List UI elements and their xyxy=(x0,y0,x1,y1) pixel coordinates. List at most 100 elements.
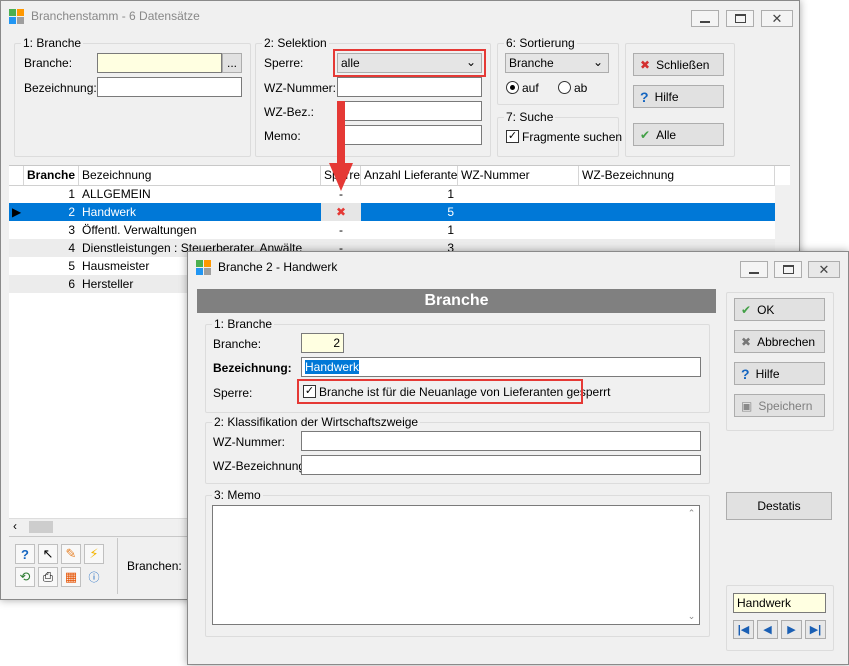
info-icon[interactable]: ⓘ xyxy=(84,567,104,587)
pencil-icon[interactable]: ✎ xyxy=(61,544,81,564)
sort-auf-radio[interactable] xyxy=(506,81,519,94)
branche-dialog-window: Branche 2 - Handwerk ✕ Branche 1: Branch… xyxy=(187,251,849,665)
next-record-icon[interactable]: ▶ xyxy=(781,620,802,639)
col-header-anzahl[interactable]: Anzahl Lieferanten xyxy=(361,166,458,185)
sortierung-select[interactable]: Branche ⌄ xyxy=(505,53,609,73)
destatis-button[interactable]: Destatis xyxy=(726,492,832,520)
minimize-icon xyxy=(749,271,759,274)
cell-branche: 1 xyxy=(68,187,75,201)
wz-bez-filter-label: WZ-Bez.: xyxy=(264,105,314,119)
fragmente-checkbox[interactable]: ✓ xyxy=(506,130,519,143)
dialog-titlebar: Branche 2 - Handwerk ✕ xyxy=(188,252,848,282)
close-icon: ✕ xyxy=(771,11,783,26)
minimize-icon xyxy=(700,20,710,23)
statusbar-divider xyxy=(117,538,118,594)
col-header-branche[interactable]: Branche xyxy=(24,166,79,185)
scroll-down-icon[interactable]: ⌄ xyxy=(684,611,699,622)
maximize-button[interactable] xyxy=(726,10,754,27)
grid-export-icon[interactable]: ▦ xyxy=(61,567,81,587)
main-window-title: Branchenstamm - 6 Datensätze xyxy=(31,9,200,23)
cell-bezeichnung: Handwerk xyxy=(82,205,137,219)
dialog-hilfe-button[interactable]: ? Hilfe xyxy=(734,362,825,385)
first-record-icon[interactable]: |◀ xyxy=(733,620,754,639)
speichern-button[interactable]: ▣ Speichern xyxy=(734,394,825,417)
maximize-icon xyxy=(734,14,746,23)
dialog-sperre-label: Sperre: xyxy=(213,386,253,400)
memo-legend: 3: Memo xyxy=(212,488,263,502)
close-icon: ✕ xyxy=(818,262,830,277)
memo-scrollbar[interactable]: ⌃ ⌄ xyxy=(684,506,699,624)
dialog-close-button[interactable]: ✕ xyxy=(808,261,840,278)
maximize-icon xyxy=(782,265,794,274)
sort-ab-label: ab xyxy=(574,81,588,95)
wz-nummer-filter-label: WZ-Nummer: xyxy=(264,81,336,95)
wz-nummer-filter-input[interactable] xyxy=(337,77,482,97)
fragmente-label: Fragmente suchen xyxy=(522,130,623,144)
app-icon xyxy=(9,9,25,25)
cell-branche: 5 xyxy=(68,259,75,273)
dialog-bezeichnung-input[interactable]: Handwerk xyxy=(301,357,701,377)
refresh-icon[interactable]: ⟲ xyxy=(15,567,35,587)
scroll-up-icon[interactable]: ⌃ xyxy=(684,508,699,519)
dialog-branche-input[interactable]: 2 xyxy=(301,333,344,353)
memo-filter-input[interactable] xyxy=(337,125,482,145)
table-row[interactable]: 1 ALLGEMEIN - 1 xyxy=(9,185,790,203)
branche-browse-button[interactable]: ... xyxy=(222,53,242,73)
main-titlebar: Branchenstamm - 6 Datensätze ✕ xyxy=(1,1,799,31)
selektion-group-legend: 2: Selektion xyxy=(262,36,329,50)
dialog-maximize-button[interactable] xyxy=(774,261,802,278)
close-window-button[interactable]: ✕ xyxy=(761,10,793,27)
annotation-arrow-icon xyxy=(329,101,353,191)
dialog-minimize-button[interactable] xyxy=(740,261,768,278)
alle-button[interactable]: ✔ Alle xyxy=(633,123,724,146)
table-row[interactable]: ▶ 2 Handwerk ✖ 5 xyxy=(9,203,790,221)
memo-filter-label: Memo: xyxy=(264,129,301,143)
ok-button[interactable]: ✔ OK xyxy=(734,298,825,321)
wz-bez-filter-input[interactable] xyxy=(337,101,482,121)
dialog-wz-bezeichnung-input[interactable] xyxy=(301,455,701,475)
cell-branche: 4 xyxy=(68,241,75,255)
cell-branche: 3 xyxy=(68,223,75,237)
sort-ab-radio[interactable] xyxy=(558,81,571,94)
scroll-left-arrow-icon[interactable]: ‹ xyxy=(13,519,17,533)
minimize-button[interactable] xyxy=(691,10,719,27)
bezeichnung-selected-text: Handwerk xyxy=(305,360,360,374)
memo-textarea[interactable]: ⌃ ⌄ xyxy=(212,505,700,625)
schliessen-label: Schließen xyxy=(656,57,710,72)
print-icon[interactable]: ⎙ xyxy=(38,567,58,587)
hilfe-button[interactable]: ? Hilfe xyxy=(633,85,724,108)
abbrechen-button[interactable]: ✖ Abbrechen xyxy=(734,330,825,353)
hilfe-label: Hilfe xyxy=(654,89,679,104)
cell-bezeichnung: ALLGEMEIN xyxy=(82,187,151,201)
branche-input[interactable] xyxy=(97,53,222,73)
prev-record-icon[interactable]: ◀ xyxy=(757,620,778,639)
scrollbar-thumb[interactable] xyxy=(29,521,53,533)
check-all-icon: ✔ xyxy=(640,127,651,142)
cell-sperre: ✖ xyxy=(321,203,361,221)
sperre-highlight-box xyxy=(333,49,486,77)
col-header-bezeichnung[interactable]: Bezeichnung xyxy=(79,166,321,185)
row-indicator-header xyxy=(9,166,24,185)
col-header-wz-bezeichnung[interactable]: WZ-Bezeichnung xyxy=(579,166,775,185)
bezeichnung-input[interactable] xyxy=(97,77,242,97)
row-pointer-icon: ▶ xyxy=(12,205,22,219)
col-header-wz-nummer[interactable]: WZ-Nummer xyxy=(458,166,579,185)
cell-bezeichnung: Öffentl. Verwaltungen xyxy=(82,223,197,237)
lightning-icon[interactable]: ⚡ xyxy=(84,544,104,564)
speichern-label: Speichern xyxy=(758,398,813,413)
grid-horizontal-scrollbar[interactable]: ‹ xyxy=(9,518,189,535)
schliessen-button[interactable]: ✖ Schließen xyxy=(633,53,724,76)
save-icon: ▣ xyxy=(741,398,753,413)
suche-group-legend: 7: Suche xyxy=(504,110,556,124)
cursor-icon[interactable]: ↖ xyxy=(38,544,58,564)
cell-branche: 6 xyxy=(68,277,75,291)
dialog-branche-label: Branche: xyxy=(213,337,262,351)
help-icon[interactable]: ? xyxy=(15,544,35,564)
dialog-section-header: Branche xyxy=(197,289,716,313)
table-row[interactable]: 3 Öffentl. Verwaltungen - 1 xyxy=(9,221,790,239)
sperre-checkbox-highlight-box xyxy=(297,379,583,404)
dialog-wz-nummer-input[interactable] xyxy=(301,431,701,451)
chevron-down-icon: ⌄ xyxy=(592,55,603,69)
last-record-icon[interactable]: ▶| xyxy=(805,620,826,639)
help-icon: ? xyxy=(640,88,649,105)
